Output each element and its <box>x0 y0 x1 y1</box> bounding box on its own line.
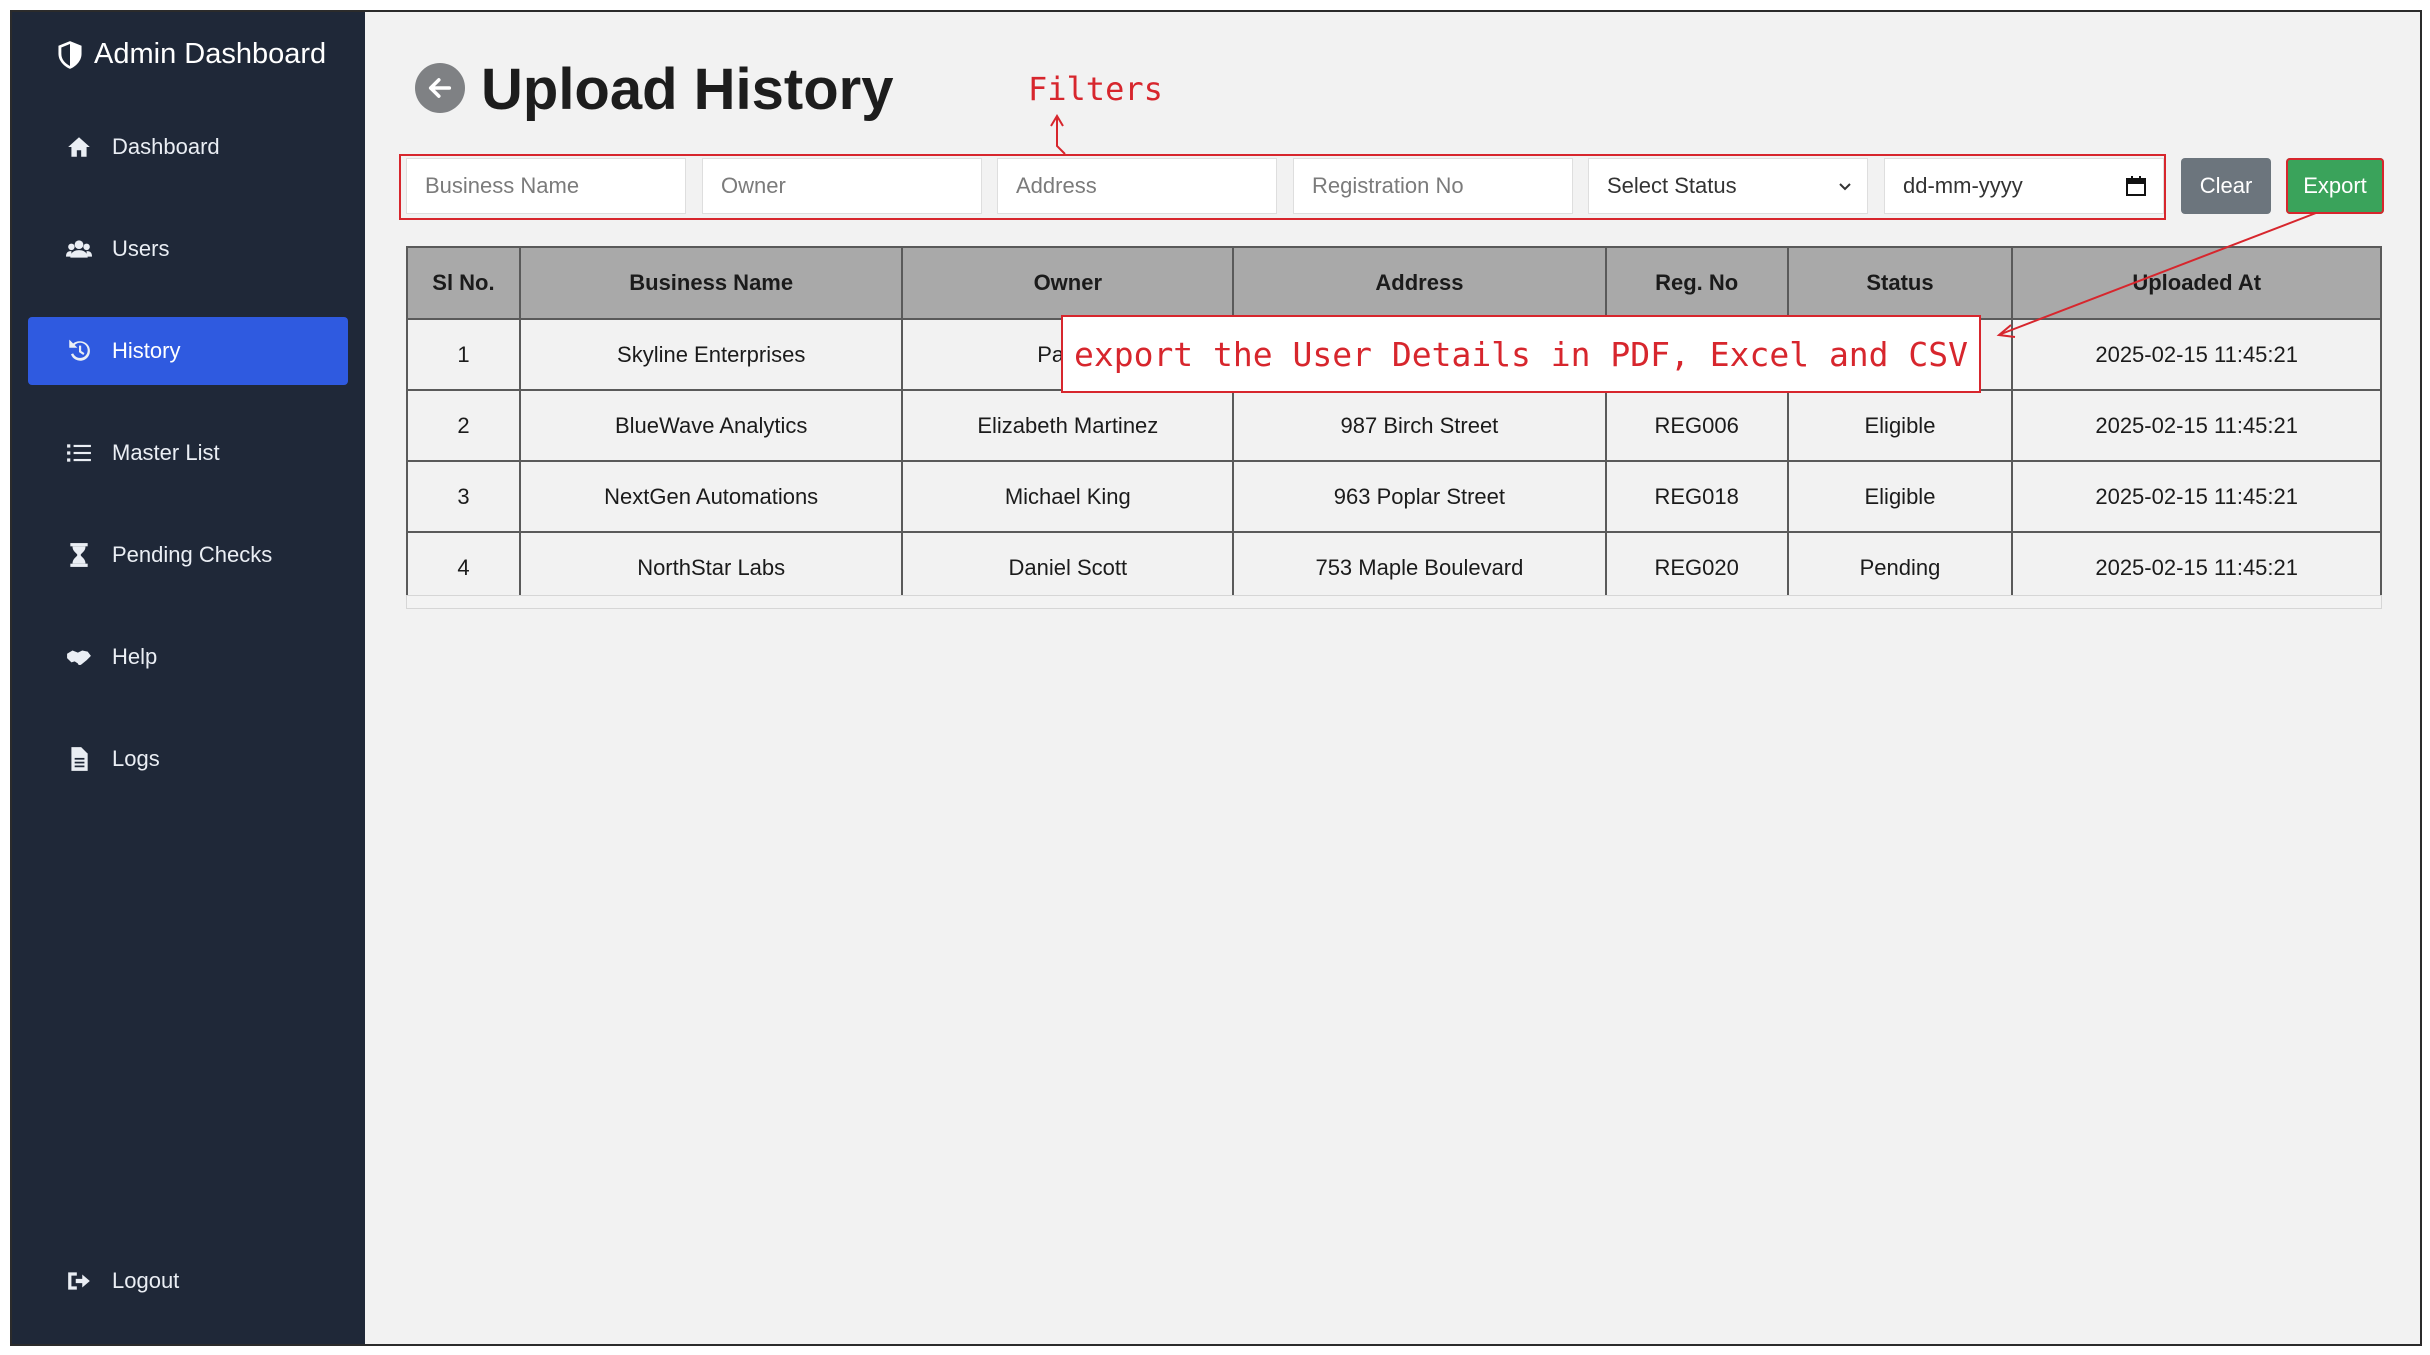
table-cell: NextGen Automations <box>518 460 904 533</box>
brand: Admin Dashboard <box>56 38 326 71</box>
sidebar-item-label: Pending Checks <box>112 542 273 567</box>
sidebar-item-logs[interactable]: Logs <box>28 725 348 793</box>
hourglass-icon <box>64 540 94 570</box>
logout-label: Logout <box>112 1268 180 1293</box>
table-cell: Elizabeth Martinez <box>901 389 1235 462</box>
upload-history-table: Sl No. Business Name Owner Address Reg. … <box>406 246 2382 604</box>
owner-input[interactable]: Owner <box>702 158 982 214</box>
table-cell: Skyline Enterprises <box>518 318 904 391</box>
table-cell: 963 Poplar Street <box>1232 460 1607 533</box>
column-header: Owner <box>901 246 1235 320</box>
main-content: Upload History Filters Business Name Own… <box>365 12 2420 1344</box>
table-cell: 4 <box>406 531 521 604</box>
table-row: 2 BlueWave Analytics Elizabeth Martinez … <box>406 389 2382 462</box>
export-button[interactable]: Export <box>2286 158 2384 214</box>
chevron-down-icon <box>1839 183 1851 191</box>
table-cell: Michael King <box>901 460 1235 533</box>
home-icon <box>64 132 94 162</box>
sidebar-item-label: Logs <box>112 746 160 771</box>
table-cell: 2025-02-15 11:45:21 <box>2011 318 2382 391</box>
brand-title: Admin Dashboard <box>94 38 327 70</box>
sidebar-item-label: Master List <box>112 440 220 465</box>
column-header: Status <box>1786 246 2014 320</box>
sidebar-item-history[interactable]: History <box>28 317 348 385</box>
history-icon <box>64 336 94 366</box>
table-cell: 1 <box>406 318 521 391</box>
business-name-input[interactable]: Business Name <box>406 158 686 214</box>
table-cell: 987 Birch Street <box>1232 389 1607 462</box>
table-cell: 2025-02-15 11:45:21 <box>2011 389 2382 462</box>
sidebar: Admin Dashboard Dashboard Users History … <box>12 12 365 1344</box>
table-cell: 2025-02-15 11:45:21 <box>2011 531 2382 604</box>
calendar-icon[interactable] <box>2125 175 2147 197</box>
table-cell: 2025-02-15 11:45:21 <box>2011 460 2382 533</box>
filters-arrowhead <box>1050 114 1064 127</box>
users-icon <box>64 234 94 264</box>
shield-icon <box>58 40 82 69</box>
table-cell: REG020 <box>1604 531 1789 604</box>
table-row: 3 NextGen Automations Michael King 963 P… <box>406 460 2382 533</box>
filters-arrow <box>1056 118 1066 155</box>
sidebar-item-label: Dashboard <box>112 134 220 159</box>
sign-out-icon <box>64 1266 94 1296</box>
table-cell: REG006 <box>1604 389 1789 462</box>
sidebar-item-label: Help <box>112 644 158 669</box>
column-header: Business Name <box>518 246 904 320</box>
logout-button[interactable]: Logout <box>28 1247 348 1315</box>
table-cell: Pending <box>1786 531 2014 604</box>
table-cell: 2 <box>406 389 521 462</box>
table-cell: Eligible <box>1786 389 2014 462</box>
column-header: Sl No. <box>406 246 521 320</box>
table-cell: 753 Maple Boulevard <box>1232 531 1607 604</box>
sidebar-item-master-list[interactable]: Master List <box>28 419 348 487</box>
address-input[interactable]: Address <box>997 158 1277 214</box>
handshake-icon <box>64 642 94 672</box>
table-scrollbar[interactable] <box>406 595 2382 609</box>
sidebar-item-help[interactable]: Help <box>28 623 348 691</box>
sidebar-item-label: Users <box>112 236 170 261</box>
date-input[interactable]: dd-mm-yyyy <box>1884 158 2164 214</box>
table-cell: Eligible <box>1786 460 2014 533</box>
sidebar-item-pending-checks[interactable]: Pending Checks <box>28 521 348 589</box>
column-header: Address <box>1232 246 1607 320</box>
filters-annotation: Filters <box>1028 70 1163 108</box>
page-title: Upload History <box>481 57 894 122</box>
arrow-left-icon <box>428 78 452 98</box>
table-cell: BlueWave Analytics <box>518 389 904 462</box>
table-row: 4 NorthStar Labs Daniel Scott 753 Maple … <box>406 531 2382 604</box>
table-cell: 3 <box>406 460 521 533</box>
column-header: Reg. No <box>1604 246 1789 320</box>
clear-button[interactable]: Clear <box>2181 158 2271 214</box>
sidebar-item-label: History <box>112 338 181 363</box>
registration-no-input[interactable]: Registration No <box>1293 158 1573 214</box>
status-select-value: Select Status <box>1607 173 1737 198</box>
table-cell: REG018 <box>1604 460 1789 533</box>
status-select[interactable]: Select Status <box>1588 158 1868 214</box>
column-header: Uploaded At <box>2011 246 2382 320</box>
sidebar-item-dashboard[interactable]: Dashboard <box>28 113 348 181</box>
table-cell: Daniel Scott <box>901 531 1235 604</box>
app-window: Admin Dashboard Dashboard Users History … <box>10 10 2422 1346</box>
list-icon <box>64 438 94 468</box>
file-icon <box>64 744 94 774</box>
table-header-row: Sl No. Business Name Owner Address Reg. … <box>406 246 2382 320</box>
export-annotation: export the User Details in PDF, Excel an… <box>1061 315 1981 393</box>
date-input-value: dd-mm-yyyy <box>1903 173 2023 198</box>
table-cell: NorthStar Labs <box>518 531 904 604</box>
back-button[interactable] <box>415 63 465 113</box>
sidebar-item-users[interactable]: Users <box>28 215 348 283</box>
